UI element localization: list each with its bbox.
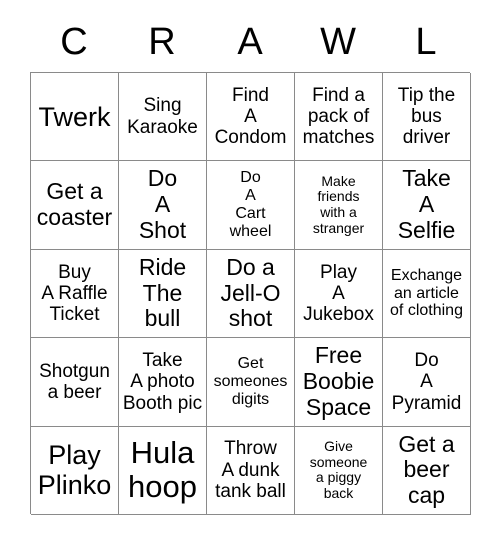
- bingo-cell-label: Exchange an article of clothing: [390, 266, 463, 320]
- bingo-header-letters: C R A W L: [30, 16, 470, 68]
- bingo-cell-label: Ride The bull: [138, 253, 187, 332]
- bingo-cell[interactable]: Get a coaster: [31, 161, 119, 250]
- bingo-cell[interactable]: Take A Selfie: [383, 161, 471, 250]
- bingo-cell[interactable]: Find A Condom: [207, 73, 295, 162]
- bingo-cell[interactable]: Sing Karaoke: [119, 73, 207, 162]
- bingo-cell-label: Do a Jell-O shot: [220, 253, 281, 332]
- bingo-cell[interactable]: Shotgun a beer: [31, 338, 119, 427]
- bingo-cell[interactable]: Make friends with a stranger: [295, 161, 383, 250]
- bingo-cell[interactable]: Twerk: [31, 73, 119, 162]
- bingo-grid: Twerk Sing Karaoke Find A Condom Find a …: [30, 72, 471, 515]
- bingo-cell-label: Get a beer cap: [398, 430, 455, 509]
- bingo-cell[interactable]: Do A Shot: [119, 161, 207, 250]
- bingo-row: Get a coaster Do A Shot Do A Cart wheel …: [31, 161, 471, 250]
- bingo-cell-label: Give someone a piggy back: [309, 437, 368, 501]
- bingo-row: Buy A Raffle Ticket Ride The bull Do a J…: [31, 249, 471, 339]
- bingo-row: Shotgun a beer Take A photo Booth pic Ge…: [31, 338, 471, 427]
- bingo-cell[interactable]: Throw A dunk tank ball: [207, 426, 295, 515]
- bingo-cell-label: Shotgun a beer: [39, 360, 110, 403]
- bingo-cell-label: Take A photo Booth pic: [122, 349, 203, 414]
- bingo-row: Twerk Sing Karaoke Find A Condom Find a …: [31, 73, 471, 162]
- bingo-cell-label: Buy A Raffle Ticket: [41, 261, 108, 326]
- bingo-cell-label: Tip the bus driver: [397, 84, 456, 149]
- bingo-cell-label: Sing Karaoke: [127, 95, 198, 138]
- bingo-cell-label: Get a coaster: [36, 178, 113, 231]
- bingo-cell[interactable]: Give someone a piggy back: [295, 426, 383, 515]
- bingo-cell-label: Hula hoop: [128, 434, 197, 505]
- bingo-cell-label: Do A Pyramid: [391, 349, 462, 414]
- bingo-cell-label: Get someones digits: [213, 355, 288, 408]
- bingo-cell[interactable]: Play A Jukebox: [295, 249, 383, 339]
- bingo-cell[interactable]: Play Plinko: [31, 426, 119, 515]
- bingo-cell[interactable]: Get someones digits: [207, 338, 295, 427]
- bingo-cell[interactable]: Hula hoop: [119, 426, 207, 515]
- bingo-cell[interactable]: Do A Pyramid: [383, 338, 471, 427]
- bingo-cell[interactable]: Free Boobie Space: [295, 338, 383, 427]
- header-letter-0: C: [60, 21, 88, 63]
- bingo-cell-label: Do A Shot: [138, 165, 187, 243]
- header-letter-2: A: [237, 21, 263, 63]
- bingo-cell[interactable]: Tip the bus driver: [383, 73, 471, 162]
- bingo-cell-label: Do A Cart wheel: [229, 169, 272, 240]
- bingo-cell[interactable]: Get a beer cap: [383, 426, 471, 515]
- bingo-cell-label: Play A Jukebox: [303, 261, 374, 326]
- bingo-cell[interactable]: Do a Jell-O shot: [207, 249, 295, 339]
- bingo-cell[interactable]: Do A Cart wheel: [207, 161, 295, 250]
- bingo-cell[interactable]: Find a pack of matches: [295, 73, 383, 162]
- bingo-cell-label: Throw A dunk tank ball: [215, 438, 286, 502]
- bingo-cell-label: Find A Condom: [214, 84, 287, 149]
- bingo-cell-label: Take A Selfie: [397, 165, 456, 243]
- bingo-cell-label: Free Boobie Space: [302, 342, 375, 420]
- bingo-cell[interactable]: Buy A Raffle Ticket: [31, 249, 119, 339]
- bingo-cell[interactable]: Ride The bull: [119, 249, 207, 339]
- bingo-cell-label: Make friends with a stranger: [312, 172, 365, 236]
- bingo-cell-label: Find a pack of matches: [302, 84, 375, 149]
- bingo-cell-label: Twerk: [38, 101, 111, 132]
- bingo-cell[interactable]: Take A photo Booth pic: [119, 338, 207, 427]
- bingo-cell[interactable]: Exchange an article of clothing: [383, 249, 471, 339]
- header-letter-3: W: [320, 21, 356, 63]
- bingo-cell-label: Play Plinko: [37, 440, 112, 501]
- header-letter-4: L: [415, 21, 437, 63]
- header-letter-1: R: [148, 21, 176, 63]
- bingo-card: C R A W L Twerk Sing Karaoke Find A Cond…: [0, 0, 500, 544]
- bingo-row: Play Plinko Hula hoop Throw A dunk tank …: [31, 426, 471, 515]
